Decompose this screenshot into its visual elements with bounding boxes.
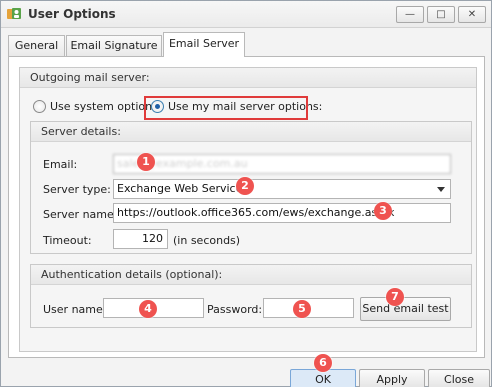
user-options-window: User Options — □ ✕ General Email Signatu… xyxy=(0,0,492,387)
highlight-box xyxy=(144,96,308,120)
marker-1: 1 xyxy=(137,153,155,171)
close-window-button[interactable]: ✕ xyxy=(458,6,486,23)
server-type-label: Server type: xyxy=(43,183,111,196)
marker-5: 5 xyxy=(293,300,311,318)
use-system-options-radio[interactable]: Use system options xyxy=(33,100,158,113)
server-details-heading: Server details: xyxy=(31,122,471,142)
apply-button[interactable]: Apply xyxy=(359,369,425,387)
tab-general[interactable]: General xyxy=(8,35,65,56)
marker-7: 7 xyxy=(386,288,404,306)
email-field[interactable]: sales@example.com.au xyxy=(113,154,451,174)
close-button[interactable]: Close xyxy=(428,369,490,387)
use-system-options-label: Use system options xyxy=(50,100,158,113)
tab-email-signature[interactable]: Email Signature xyxy=(66,35,162,56)
marker-4: 4 xyxy=(139,300,157,318)
marker-3: 3 xyxy=(374,202,392,220)
send-email-test-button[interactable]: Send email test xyxy=(360,297,451,321)
password-label: Password: xyxy=(207,303,263,316)
minimize-button[interactable]: — xyxy=(396,6,424,23)
authentication-details-heading: Authentication details (optional): xyxy=(31,265,471,285)
app-icon xyxy=(7,8,21,19)
marker-2: 2 xyxy=(236,177,254,195)
server-type-select[interactable]: Exchange Web Services xyxy=(113,179,451,199)
title-bar: User Options — □ ✕ xyxy=(1,1,491,28)
tab-email-server[interactable]: Email Server xyxy=(163,32,245,57)
radio-circle xyxy=(33,100,46,113)
timeout-label: Timeout: xyxy=(43,234,92,247)
chevron-down-icon xyxy=(437,187,445,192)
outgoing-mail-server-heading: Outgoing mail server: xyxy=(20,68,476,88)
user-name-label: User name: xyxy=(43,303,107,316)
timeout-field[interactable]: 120 xyxy=(113,229,168,249)
timeout-unit-label: (in seconds) xyxy=(173,234,241,247)
server-name-label: Server name: xyxy=(43,208,118,221)
server-name-field[interactable]: https://outlook.office365.com/ews/exchan… xyxy=(113,203,451,223)
maximize-button[interactable]: □ xyxy=(427,6,455,23)
email-label: Email: xyxy=(43,158,78,171)
server-type-value: Exchange Web Services xyxy=(117,182,249,195)
marker-6: 6 xyxy=(314,354,332,372)
window-title: User Options xyxy=(28,7,116,21)
